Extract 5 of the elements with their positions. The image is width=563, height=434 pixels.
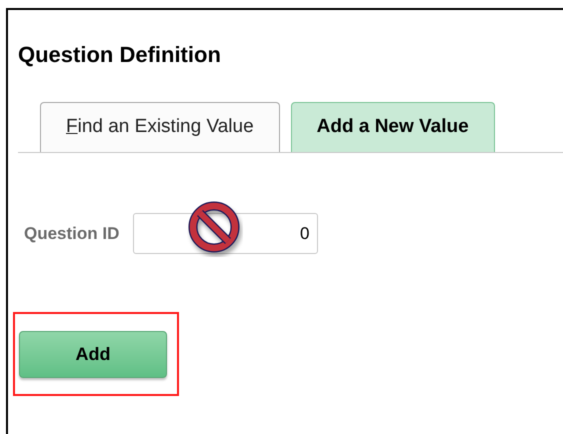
field-label: Question ID (24, 222, 120, 245)
tab[interactable]: Find an Existing Value (40, 102, 280, 152)
add-button[interactable]: Add (19, 330, 167, 378)
tab[interactable]: Add a New Value (290, 102, 495, 152)
page-title: Question Definition (18, 44, 222, 66)
